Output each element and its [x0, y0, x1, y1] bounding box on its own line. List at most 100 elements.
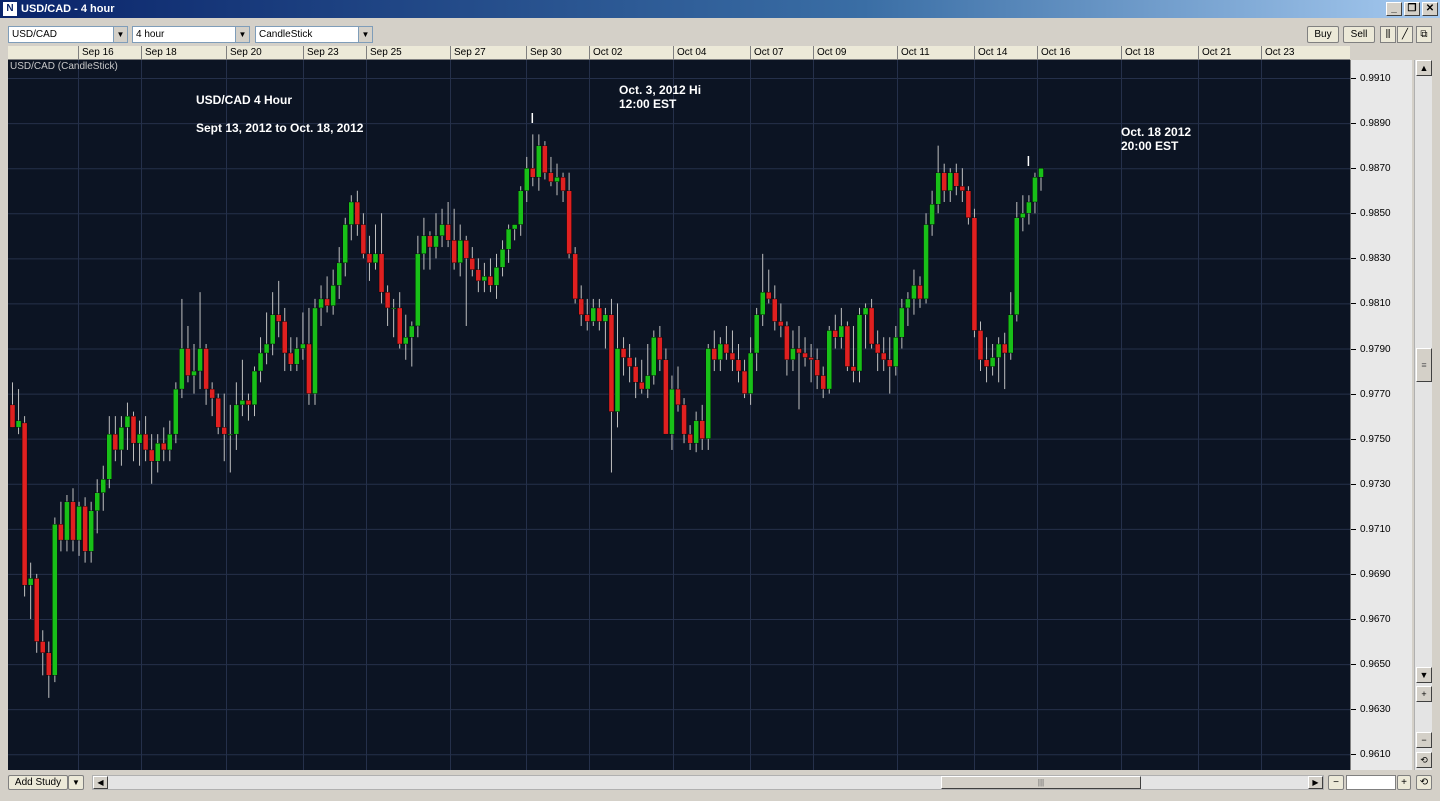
candle-body — [481, 276, 488, 282]
price-tick-mark — [1351, 438, 1356, 440]
candle-bull — [457, 224, 463, 277]
chevron-down-icon[interactable]: ▼ — [235, 27, 249, 42]
bar-chart-icon[interactable]: ⫼ — [1380, 26, 1396, 43]
candle-bull — [263, 312, 270, 365]
detach-window-icon[interactable]: ⧉ — [1416, 26, 1432, 43]
candle-bear — [965, 186, 972, 225]
candle-bull — [1008, 292, 1014, 360]
candle-body — [360, 224, 367, 255]
candle-bear — [40, 630, 46, 676]
scroll-right-icon[interactable]: ▶ — [1308, 776, 1323, 789]
candle-bear — [632, 357, 639, 399]
candle-bull — [106, 416, 113, 489]
candle-bull — [179, 298, 185, 399]
candle-bear — [475, 258, 482, 293]
candle-body — [263, 343, 270, 354]
candle-body — [941, 172, 947, 191]
horizontal-scrollbar[interactable]: ◀ ||| ▶ — [92, 775, 1324, 790]
high-annotation-date: Oct. 3, 2012 Hi — [619, 83, 702, 97]
candle-bear — [215, 393, 221, 435]
candle-body — [614, 348, 621, 412]
candle-body — [971, 217, 978, 331]
horizontal-scroll-thumb[interactable]: ||| — [941, 776, 1141, 789]
zoom-in-time-icon[interactable]: + — [1397, 775, 1411, 790]
candle-bear — [21, 416, 28, 597]
chevron-down-icon[interactable]: ▼ — [113, 27, 127, 42]
restore-icon[interactable]: ❐ — [1404, 2, 1420, 16]
chevron-down-icon[interactable]: ▼ — [358, 27, 372, 42]
candle-bear — [772, 285, 778, 331]
add-study-button[interactable]: Add Study — [8, 775, 68, 790]
price-tick-mark — [1351, 754, 1356, 756]
price-tick: 0.9910 — [1351, 73, 1413, 85]
candle-body — [923, 224, 929, 300]
candle-body — [179, 348, 185, 390]
candle-bear — [397, 292, 403, 349]
candle-bear — [560, 172, 566, 202]
candle-bear — [868, 298, 875, 349]
draw-line-icon[interactable]: ╱ — [1397, 26, 1413, 43]
zoom-out-icon[interactable]: − — [1416, 732, 1432, 748]
candle-bull — [239, 359, 246, 417]
buy-button[interactable]: Buy — [1307, 26, 1339, 43]
refresh-icon[interactable]: ⟲ — [1416, 775, 1432, 790]
candle-bear — [699, 404, 705, 450]
vertical-scroll-thumb[interactable]: ≡ — [1416, 348, 1432, 382]
candle-bull — [312, 298, 318, 405]
price-tick-mark — [1351, 213, 1356, 215]
reset-zoom-icon[interactable]: ⟲ — [1416, 752, 1432, 768]
candle-body — [560, 177, 566, 191]
candle-body — [675, 388, 681, 406]
last-annotation-time: 20:00 EST — [1121, 139, 1179, 153]
date-tick-label: Oct 02 — [589, 46, 622, 59]
chart-series-label: USD/CAD (CandleStick) — [10, 61, 118, 72]
minimize-icon[interactable]: _ — [1386, 2, 1402, 16]
candle-body — [118, 427, 125, 451]
chart-plot-area[interactable]: USD/CAD (CandleStick) USD/CAD 4 Hour Sep… — [8, 60, 1350, 770]
candle-body — [1014, 217, 1020, 315]
candle-bull — [167, 420, 173, 462]
zoom-out-time-icon[interactable]: − — [1328, 775, 1344, 790]
candle-bull — [693, 411, 699, 453]
chart-toolbar: USD/CAD ▼ 4 hour ▼ CandleStick ▼ Buy Sel… — [0, 18, 1440, 46]
chart-style-select[interactable]: CandleStick ▼ — [255, 26, 373, 43]
candle-bear — [681, 398, 687, 444]
scroll-down-icon[interactable]: ▼ — [1416, 667, 1432, 683]
candle-bear — [735, 344, 742, 383]
sell-button[interactable]: Sell — [1343, 26, 1375, 43]
candle-bull — [100, 465, 106, 511]
candle-bear — [657, 325, 663, 372]
scroll-up-icon[interactable]: ▲ — [1416, 60, 1432, 76]
candle-body — [820, 375, 826, 390]
candle-body — [554, 177, 560, 182]
candle-bear — [9, 382, 16, 428]
candle-bull — [251, 366, 258, 417]
candle-body — [9, 404, 16, 428]
zoom-in-icon[interactable]: + — [1416, 686, 1432, 702]
candle-bull — [947, 168, 953, 202]
price-tick-mark — [1351, 258, 1356, 260]
candle-bear — [881, 337, 887, 372]
candle-body — [548, 172, 554, 182]
price-tick: 0.9710 — [1351, 524, 1413, 536]
candle-body — [100, 479, 106, 493]
candle-bear — [487, 258, 494, 293]
chevron-down-icon[interactable]: ▼ — [68, 775, 84, 790]
interval-select[interactable]: 4 hour ▼ — [132, 26, 250, 43]
candle-body — [959, 186, 966, 191]
symbol-select[interactable]: USD/CAD ▼ — [8, 26, 128, 43]
candle-bull — [524, 156, 530, 202]
candle-bull — [1026, 195, 1032, 225]
price-axis: 0.9910 0.9890 0.9870 0.9850 0.9830 0.9810 0.97… — [1350, 60, 1412, 770]
vertical-scrollbar[interactable]: ▲ ≡ ▼ + − ⟲ — [1414, 60, 1432, 770]
zoom-level-slider[interactable] — [1346, 775, 1396, 790]
candle-bear — [874, 330, 881, 372]
candle-bear — [1002, 332, 1008, 390]
price-tick-mark — [1351, 348, 1356, 350]
close-icon[interactable]: ✕ — [1422, 2, 1438, 16]
candle-bear — [608, 298, 615, 473]
candle-body — [735, 359, 742, 372]
scroll-left-icon[interactable]: ◀ — [93, 776, 108, 789]
candle-bear — [46, 641, 52, 698]
candle-bear — [142, 416, 149, 462]
